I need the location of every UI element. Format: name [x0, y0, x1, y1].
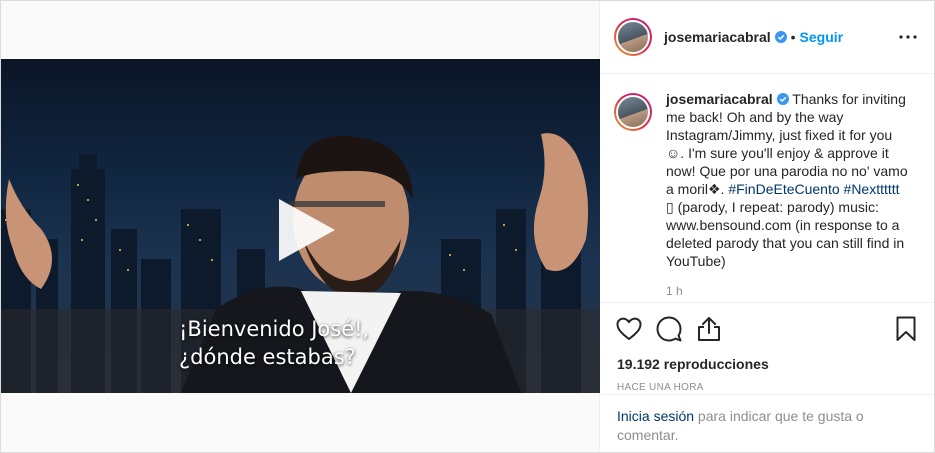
share-icon: [698, 316, 720, 341]
avatar-image: [616, 20, 650, 54]
caption-avatar-image: [616, 95, 650, 129]
like-button[interactable]: [615, 315, 643, 343]
subtitle-line-2: ¿dónde estabas?: [179, 345, 356, 369]
bookmark-icon: [896, 316, 916, 341]
view-count[interactable]: 19.192 reproducciones: [601, 354, 934, 376]
video-player[interactable]: ¡Bienvenido José!, ¿dónde estabas?: [1, 59, 600, 393]
caption: josemariacabral Thanks for inviting me b…: [614, 90, 920, 270]
save-button[interactable]: [892, 315, 920, 343]
login-link[interactable]: Inicia sesión: [617, 408, 694, 424]
avatar[interactable]: [614, 18, 652, 56]
heart-icon: [616, 317, 642, 340]
more-options-button[interactable]: [896, 25, 920, 49]
comments-area[interactable]: josemariacabral Thanks for inviting me b…: [601, 74, 934, 302]
action-bar: [601, 302, 934, 354]
hashtag-findeetecuento[interactable]: #FinDeEteCuento: [728, 181, 839, 197]
comment-icon: [656, 316, 682, 341]
subtitle-line-1: ¡Bienvenido José!,: [179, 317, 370, 341]
login-prompt: Inicia sesión para indicar que te gusta …: [601, 394, 934, 452]
more-options-icon: [899, 35, 917, 39]
caption-timestamp: 1 h: [666, 284, 683, 298]
video-subtitle: ¡Bienvenido José!, ¿dónde estabas?: [179, 315, 369, 371]
verified-badge-icon: [774, 31, 787, 43]
caption-username[interactable]: josemariacabral: [666, 91, 773, 107]
share-button[interactable]: [695, 315, 723, 343]
play-button[interactable]: [269, 195, 339, 265]
hashtag-nextttttt[interactable]: #Nextttttt: [844, 181, 900, 197]
post-header: josemariacabral • Seguir: [601, 1, 934, 74]
caption-body-3: ▯ (parody, I repeat: parody) music: www.…: [666, 199, 905, 269]
media-column: ¡Bienvenido José!, ¿dónde estabas?: [1, 1, 600, 452]
verified-badge-icon: [776, 93, 789, 105]
comment-button[interactable]: [655, 315, 683, 343]
play-icon: [279, 199, 335, 261]
post-container: ¡Bienvenido José!, ¿dónde estabas? josem…: [0, 0, 935, 453]
separator-dot: •: [790, 29, 796, 45]
username-link[interactable]: josemariacabral: [664, 29, 771, 45]
follow-button[interactable]: Seguir: [800, 29, 844, 45]
caption-text: josemariacabral Thanks for inviting me b…: [666, 90, 911, 270]
caption-avatar[interactable]: [614, 93, 652, 131]
post-sidebar: josemariacabral • Seguir josemariacabral…: [601, 1, 934, 452]
